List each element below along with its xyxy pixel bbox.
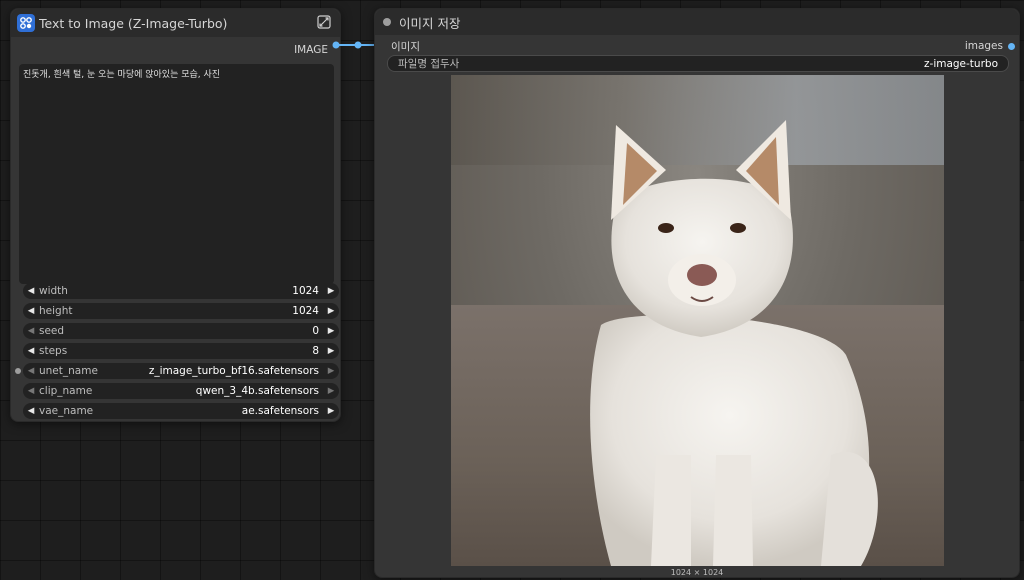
unet-name-widget[interactable]: ◀ unet_name z_image_turbo_bf16.safetenso… <box>23 363 339 379</box>
triangle-left-icon[interactable]: ◀ <box>23 406 39 416</box>
triangle-right-icon[interactable]: ▶ <box>323 406 339 416</box>
widget-value: qwen_3_4b.safetensors <box>195 385 319 397</box>
triangle-left-icon[interactable]: ◀ <box>23 326 39 336</box>
widget-value: 1024 <box>292 305 319 317</box>
widget-value: 1024 <box>292 285 319 297</box>
image-dimensions-label: 1024 × 1024 <box>670 568 724 577</box>
triangle-left-icon[interactable]: ◀ <box>23 366 39 376</box>
triangle-right-icon[interactable]: ▶ <box>323 326 339 336</box>
triangle-left-icon[interactable]: ◀ <box>23 346 39 356</box>
prompt-textarea[interactable]: 진돗개, 흰색 털, 눈 오는 마당에 앉아있는 모습, 사진 <box>19 64 334 284</box>
steps-widget[interactable]: ◀ steps 8 ▶ <box>23 343 339 359</box>
image-preview[interactable] <box>451 75 944 566</box>
triangle-right-icon[interactable]: ▶ <box>323 286 339 296</box>
widget-value: 8 <box>312 345 319 357</box>
output-label: IMAGE <box>294 44 328 56</box>
widget-label: steps <box>39 345 68 357</box>
expand-icon[interactable] <box>316 14 332 30</box>
widget-label: unet_name <box>39 365 98 377</box>
white-dog-photo <box>590 120 878 566</box>
widget-label: height <box>39 305 73 317</box>
widget-label: vae_name <box>39 405 94 417</box>
node-title: Text to Image (Z-Image-Turbo) <box>39 15 228 31</box>
triangle-left-icon[interactable]: ◀ <box>23 386 39 396</box>
status-dot-icon[interactable] <box>383 18 391 26</box>
widget-label: seed <box>39 325 65 337</box>
node-title-bar[interactable]: Text to Image (Z-Image-Turbo) <box>11 9 340 37</box>
widget-label: width <box>39 285 68 297</box>
unet-input-dot[interactable] <box>15 368 21 374</box>
widget-value: z_image_turbo_bf16.safetensors <box>148 365 319 377</box>
text-to-image-node[interactable]: Text to Image (Z-Image-Turbo) IMAGE 진돗개,… <box>10 8 341 422</box>
image-input-label: 이미지 <box>391 41 420 53</box>
triangle-right-icon[interactable]: ▶ <box>323 346 339 356</box>
triangle-left-icon[interactable]: ◀ <box>23 286 39 296</box>
node-graph-icon <box>17 14 35 32</box>
node-title: 이미지 저장 <box>399 15 461 31</box>
height-widget[interactable]: ◀ height 1024 ▶ <box>23 303 339 319</box>
vae-name-widget[interactable]: ◀ vae_name ae.safetensors ▶ <box>23 403 339 419</box>
filename-prefix-widget[interactable]: 파일명 접두사 z-image-turbo <box>387 55 1009 72</box>
widget-value: ae.safetensors <box>241 405 319 417</box>
images-output-dot[interactable] <box>1008 43 1015 50</box>
widget-value: 0 <box>312 325 319 337</box>
triangle-left-icon[interactable]: ◀ <box>23 306 39 316</box>
images-output-label: images <box>964 40 1003 52</box>
save-image-node[interactable]: 이미지 저장 이미지 images 파일명 접두사 z-image-turbo <box>374 8 1020 578</box>
clip-name-widget[interactable]: ◀ clip_name qwen_3_4b.safetensors ▶ <box>23 383 339 399</box>
triangle-right-icon[interactable]: ▶ <box>323 366 339 376</box>
widget-label: clip_name <box>39 385 93 397</box>
widget-value: z-image-turbo <box>924 57 998 70</box>
node-title-bar[interactable]: 이미지 저장 <box>375 9 1019 35</box>
triangle-right-icon[interactable]: ▶ <box>323 306 339 316</box>
seed-widget[interactable]: ◀ seed 0 ▶ <box>23 323 339 339</box>
widget-label: 파일명 접두사 <box>398 58 460 70</box>
width-widget[interactable]: ◀ width 1024 ▶ <box>23 283 339 299</box>
triangle-right-icon[interactable]: ▶ <box>323 386 339 396</box>
